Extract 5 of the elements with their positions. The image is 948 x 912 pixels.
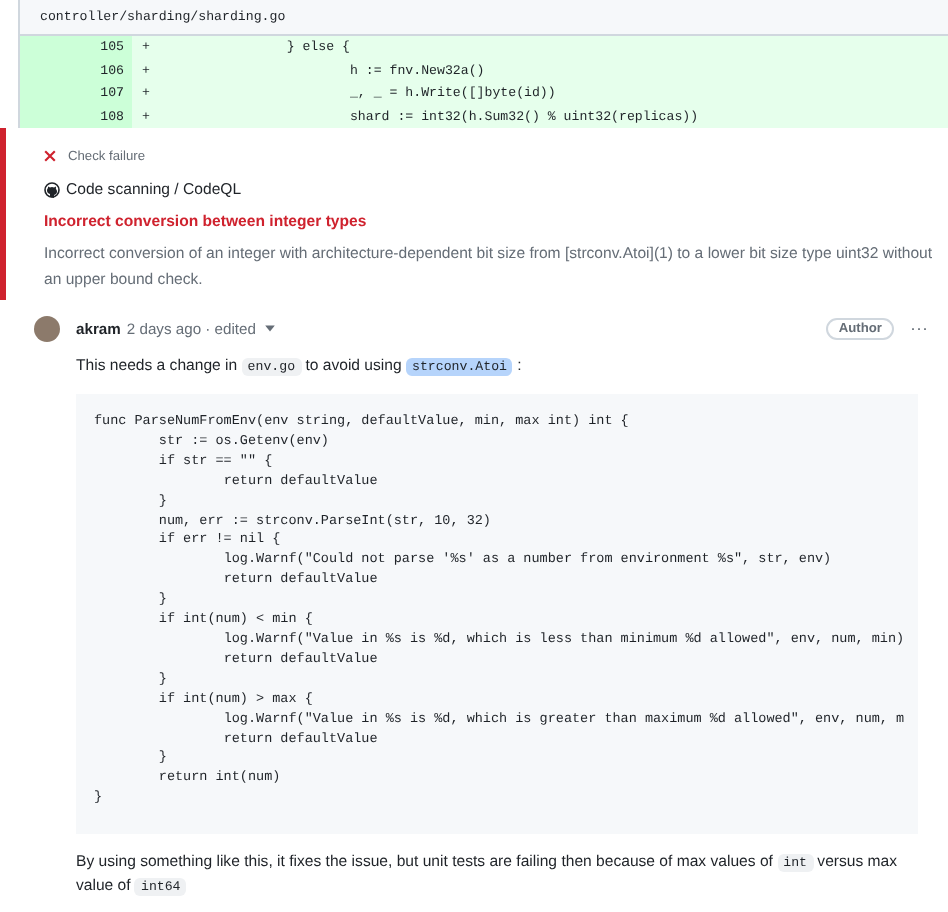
caret-icon[interactable] <box>263 322 276 334</box>
close-icon <box>44 150 56 162</box>
avatar <box>34 315 60 341</box>
cat-logo-icon <box>44 181 60 197</box>
more-options-button[interactable]: ··· <box>910 318 928 338</box>
